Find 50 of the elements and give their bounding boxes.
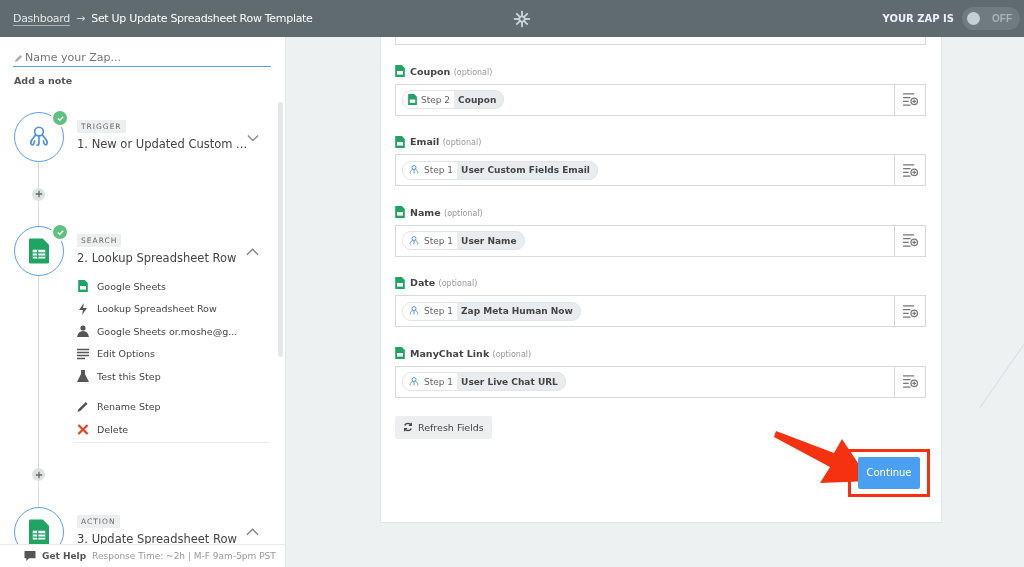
step-action-item[interactable]: Rename Step [77, 395, 269, 418]
field-label: ManyChat Link (optional) [410, 347, 532, 359]
dashboard-link[interactable]: Dashboard [13, 11, 70, 26]
sheets-icon [29, 238, 49, 264]
sheets-icon [395, 135, 405, 148]
zap-status-label: YOUR ZAP IS [882, 13, 954, 24]
check-icon [51, 109, 69, 127]
refresh-icon [403, 422, 413, 432]
breadcrumb-arrow: → [76, 12, 86, 25]
response-time-text: Response Time: ~2h | M-F 9am-5pm PST [92, 551, 276, 561]
add-note-link[interactable]: Add a note [14, 75, 285, 86]
step-menu-item[interactable]: Google Sheets [77, 275, 269, 298]
step-title[interactable]: 1. New or Updated Custom ... [77, 137, 248, 151]
chevron-down-icon[interactable] [247, 133, 259, 142]
chevron-up-icon[interactable] [246, 528, 259, 536]
step-menu-item[interactable]: Lookup Spreadsheet Row [77, 297, 269, 320]
delete-icon [77, 423, 89, 435]
sheets-icon [395, 347, 405, 359]
sheets-icon [395, 206, 405, 218]
refresh-fields-button[interactable]: Refresh Fields [395, 415, 492, 439]
sheets-icon [395, 276, 405, 289]
pencil-icon [77, 401, 89, 413]
plus-icon [34, 470, 43, 479]
step-menu-item[interactable]: Edit Options [77, 342, 269, 365]
sheets-icon [77, 280, 89, 293]
bolt-icon [77, 302, 89, 315]
flask-icon [77, 370, 89, 383]
step-menu-item[interactable]: Google Sheets or.moshe@g... [77, 320, 269, 343]
page-title: Set Up Update Spreadsheet Row Template [91, 12, 314, 25]
chevron-up-icon[interactable] [246, 247, 259, 256]
field-label: Email (optional) [410, 136, 482, 147]
field-label: Date (optional) [410, 277, 478, 288]
gear-icon [513, 9, 532, 28]
plus-icon [34, 190, 43, 198]
step-circle[interactable] [14, 506, 64, 544]
zap-name-field[interactable]: Name your Zap... [13, 51, 271, 67]
sheets-icon [395, 65, 405, 77]
person-icon [77, 325, 89, 338]
chat-icon [24, 550, 36, 562]
step-action-item[interactable]: Delete [77, 418, 269, 441]
field-label: Name (optional) [410, 206, 483, 218]
get-help-link[interactable]: Get Help [42, 551, 87, 561]
step-title[interactable]: 3. Update Spreadsheet Row [77, 531, 237, 544]
check-icon [51, 223, 69, 241]
step-menu-item[interactable]: Test this Step [77, 365, 269, 388]
add-step-button[interactable] [32, 468, 45, 481]
field-label: Coupon (optional) [410, 65, 493, 77]
lines-icon [77, 347, 89, 360]
step-title[interactable]: 2. Lookup Spreadsheet Row [77, 251, 237, 265]
add-step-button[interactable] [32, 187, 45, 201]
